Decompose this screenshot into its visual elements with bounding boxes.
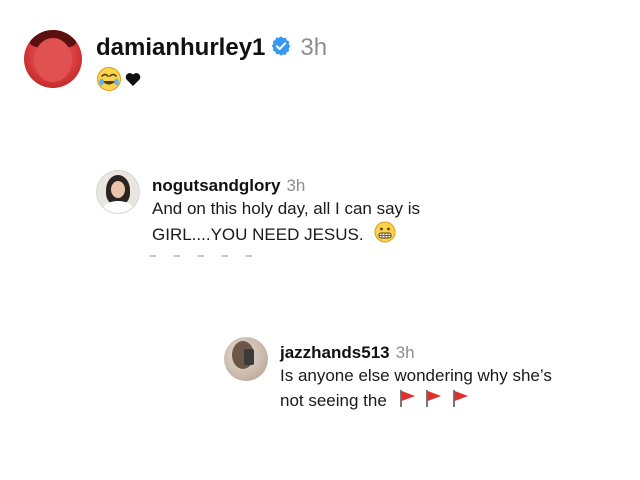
comment-content: nogutsandglory 3h And on this holy day, … xyxy=(152,176,420,250)
avatar-face xyxy=(34,38,72,82)
comment-content: damianhurley1 3h xyxy=(96,34,327,97)
red-flag-emoji-icon xyxy=(424,388,444,415)
username[interactable]: nogutsandglory xyxy=(152,176,280,196)
face-with-tears-emoji-icon xyxy=(96,66,122,97)
red-flag-emoji-icon xyxy=(398,388,418,415)
avatar-face xyxy=(111,181,125,198)
timestamp: 3h xyxy=(395,343,415,362)
avatar[interactable] xyxy=(224,337,268,381)
black-heart-icon xyxy=(125,72,141,92)
comment-header: nogutsandglory 3h xyxy=(152,176,420,196)
comment-header: jazzhands513 3h xyxy=(280,343,552,363)
comment-text-line: And on this holy day, all I can say is xyxy=(152,199,421,218)
comment-content: jazzhands513 3h Is anyone else wondering… xyxy=(280,343,552,415)
comment-text: not seeing the xyxy=(280,391,387,410)
comment-reaction xyxy=(96,66,327,97)
username[interactable]: damianhurley1 xyxy=(96,34,265,62)
comment-text-line: not seeing the xyxy=(280,388,552,415)
comment-jazzhands513: jazzhands513 3h Is anyone else wondering… xyxy=(224,337,552,415)
red-flag-emoji-icon xyxy=(451,388,471,415)
timestamp: 3h xyxy=(286,176,306,195)
avatar-body xyxy=(103,201,133,213)
timestamp: 3h xyxy=(300,34,328,61)
avatar-phone xyxy=(244,349,254,365)
verified-badge-icon xyxy=(270,35,292,62)
avatar[interactable] xyxy=(96,170,140,214)
comment-text-line: Is anyone else wondering why she’s xyxy=(280,366,552,385)
comment-damianhurley1: damianhurley1 3h xyxy=(24,30,327,97)
comment-header: damianhurley1 3h xyxy=(96,34,327,62)
clipped-text-remnant xyxy=(150,255,270,259)
grimacing-face-emoji-icon xyxy=(374,221,396,250)
username[interactable]: jazzhands513 xyxy=(280,343,390,363)
avatar[interactable] xyxy=(24,30,82,88)
comment-nogutsandglory: nogutsandglory 3h And on this holy day, … xyxy=(96,170,420,250)
comment-text: GIRL....YOU NEED JESUS. xyxy=(152,224,364,244)
comment-text-line: GIRL....YOU NEED JESUS. xyxy=(152,221,420,250)
